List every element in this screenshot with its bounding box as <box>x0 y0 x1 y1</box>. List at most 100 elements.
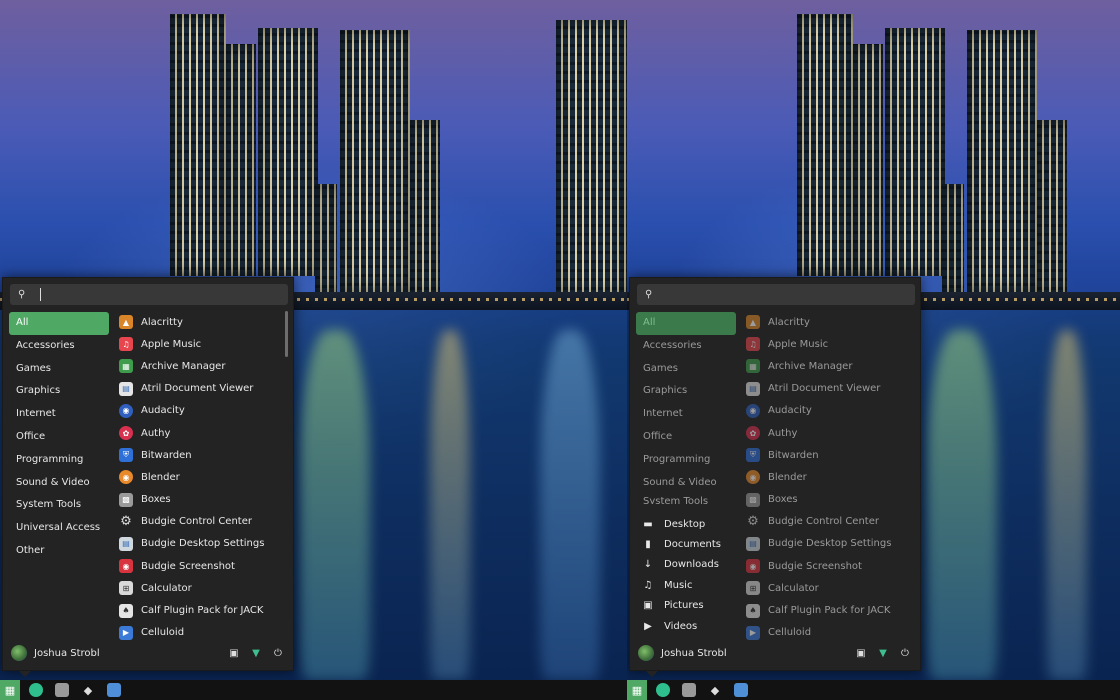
taskbar-app-icon[interactable] <box>26 680 46 700</box>
app-item-control-center[interactable]: ⚙ Budgie Control Center <box>119 511 287 533</box>
taskbar-app-icon[interactable] <box>653 680 673 700</box>
building <box>226 44 256 276</box>
taskbar-app-icon[interactable] <box>679 680 699 700</box>
place-label: Pictures <box>664 600 704 612</box>
category-system-tools[interactable]: System Tools <box>9 494 109 517</box>
app-item-alacritty[interactable]: ▲ Alacritty <box>119 311 287 333</box>
category-sound-video[interactable]: Sound & Video <box>9 472 109 495</box>
app-label: Blender <box>768 471 807 483</box>
app-item-screenshot[interactable]: ◉ Budgie Screenshot <box>119 555 287 577</box>
taskbar-app-icon[interactable]: ◆ <box>705 680 725 700</box>
taskbar-app-icon[interactable]: ◆ <box>78 680 98 700</box>
place-pictures[interactable]: ▣ Pictures <box>636 596 736 616</box>
log-out-icon[interactable]: ▼ <box>876 646 890 660</box>
authy-icon: ✿ <box>746 426 760 441</box>
app-list-scrollbar[interactable] <box>285 311 288 357</box>
place-downloads[interactable]: ↓ Downloads <box>636 555 736 575</box>
building <box>170 14 226 276</box>
app-item-calculator[interactable]: ⊞ Calculator <box>746 577 914 599</box>
app-item-bitwarden[interactable]: ⛨ Bitwarden <box>746 444 914 466</box>
app-item-archive-manager[interactable]: ▦ Archive Manager <box>746 355 914 377</box>
category-all[interactable]: All <box>636 312 736 335</box>
app-label: Archive Manager <box>768 360 853 372</box>
app-grid-icon[interactable]: ▦ <box>627 680 647 700</box>
control-center-icon: ⚙ <box>747 514 759 530</box>
place-music[interactable]: ♫ Music <box>636 575 736 595</box>
app-label: Budgie Screenshot <box>141 560 235 572</box>
app-menu: ⚲ All Accessories Games Graphics Interne… <box>629 277 921 677</box>
lock-screen-icon[interactable]: ▣ <box>227 646 241 660</box>
category-games[interactable]: Games <box>9 358 109 381</box>
taskbar-app-icon[interactable] <box>731 680 751 700</box>
app-item-calf[interactable]: ♠ Calf Plugin Pack for JACK <box>746 599 914 621</box>
app-item-authy[interactable]: ✿ Authy <box>119 422 287 444</box>
app-grid-icon[interactable]: ▦ <box>0 680 20 700</box>
app-item-authy[interactable]: ✿ Authy <box>746 422 914 444</box>
app-item-calculator[interactable]: ⊞ Calculator <box>119 577 287 599</box>
menu-pointer <box>19 671 31 677</box>
reflection <box>300 330 370 680</box>
apple-music-icon: ♫ <box>746 337 760 352</box>
app-item-atril[interactable]: ▤ Atril Document Viewer <box>746 378 914 400</box>
app-item-alacritty[interactable]: ▲ Alacritty <box>746 311 914 333</box>
place-documents[interactable]: ▮ Documents <box>636 534 736 554</box>
app-item-audacity[interactable]: ◉ Audacity <box>119 400 287 422</box>
app-item-boxes[interactable]: ▩ Boxes <box>119 489 287 511</box>
taskbar-app-icon[interactable] <box>52 680 72 700</box>
calculator-icon: ⊞ <box>746 581 760 596</box>
category-system-tools[interactable]: System Tools <box>636 494 736 504</box>
category-internet[interactable]: Internet <box>636 403 736 426</box>
place-videos[interactable]: ▶ Videos <box>636 616 736 636</box>
app-label: Budgie Screenshot <box>768 560 862 572</box>
building <box>942 184 964 294</box>
power-icon[interactable]: ⏻ <box>898 646 912 660</box>
log-out-icon[interactable]: ▼ <box>249 646 263 660</box>
app-item-desktop-settings[interactable]: ▤ Budgie Desktop Settings <box>746 533 914 555</box>
lock-screen-icon[interactable]: ▣ <box>854 646 868 660</box>
category-programming[interactable]: Programming <box>9 449 109 472</box>
app-item-audacity[interactable]: ◉ Audacity <box>746 400 914 422</box>
app-item-archive-manager[interactable]: ▦ Archive Manager <box>119 355 287 377</box>
app-item-blender[interactable]: ◉ Blender <box>746 466 914 488</box>
authy-icon: ✿ <box>119 426 133 441</box>
documents-icon: ▮ <box>645 539 651 551</box>
blender-icon: ◉ <box>119 470 133 485</box>
app-item-celluloid[interactable]: ▶ Celluloid <box>119 622 287 644</box>
category-accessories[interactable]: Accessories <box>9 335 109 358</box>
app-item-celluloid[interactable]: ▶ Celluloid <box>746 622 914 644</box>
app-item-blender[interactable]: ◉ Blender <box>119 466 287 488</box>
app-label: Bitwarden <box>768 449 819 461</box>
category-other[interactable]: Other <box>9 540 109 563</box>
category-graphics[interactable]: Graphics <box>9 380 109 403</box>
category-programming[interactable]: Programming <box>636 449 736 472</box>
app-item-control-center[interactable]: ⚙ Budgie Control Center <box>746 511 914 533</box>
atril-icon: ▤ <box>119 381 133 396</box>
category-internet[interactable]: Internet <box>9 403 109 426</box>
category-office[interactable]: Office <box>636 426 736 449</box>
app-item-calf[interactable]: ♠ Calf Plugin Pack for JACK <box>119 599 287 621</box>
app-item-apple-music[interactable]: ♫ Apple Music <box>746 333 914 355</box>
category-sound-video[interactable]: Sound & Video <box>636 472 736 495</box>
app-item-screenshot[interactable]: ◉ Budgie Screenshot <box>746 555 914 577</box>
category-office[interactable]: Office <box>9 426 109 449</box>
app-item-boxes[interactable]: ▩ Boxes <box>746 489 914 511</box>
search-input[interactable]: ⚲ <box>637 284 915 305</box>
category-universal-access[interactable]: Universal Access <box>9 517 109 540</box>
category-games[interactable]: Games <box>636 358 736 381</box>
category-graphics[interactable]: Graphics <box>636 380 736 403</box>
place-desktop[interactable]: ▬ Desktop <box>636 514 736 534</box>
app-item-apple-music[interactable]: ♫ Apple Music <box>119 333 287 355</box>
search-input[interactable]: ⚲ <box>10 284 288 305</box>
desktop-icon: ▬ <box>643 518 653 530</box>
app-label: Alacritty <box>141 316 183 328</box>
app-item-atril[interactable]: ▤ Atril Document Viewer <box>119 378 287 400</box>
app-label: Bitwarden <box>141 449 192 461</box>
category-all[interactable]: All <box>9 312 109 335</box>
bitwarden-icon: ⛨ <box>746 448 760 463</box>
taskbar-app-icon[interactable] <box>104 680 124 700</box>
category-accessories[interactable]: Accessories <box>636 335 736 358</box>
avatar <box>638 645 654 661</box>
app-item-desktop-settings[interactable]: ▤ Budgie Desktop Settings <box>119 533 287 555</box>
app-item-bitwarden[interactable]: ⛨ Bitwarden <box>119 444 287 466</box>
power-icon[interactable]: ⏻ <box>271 646 285 660</box>
